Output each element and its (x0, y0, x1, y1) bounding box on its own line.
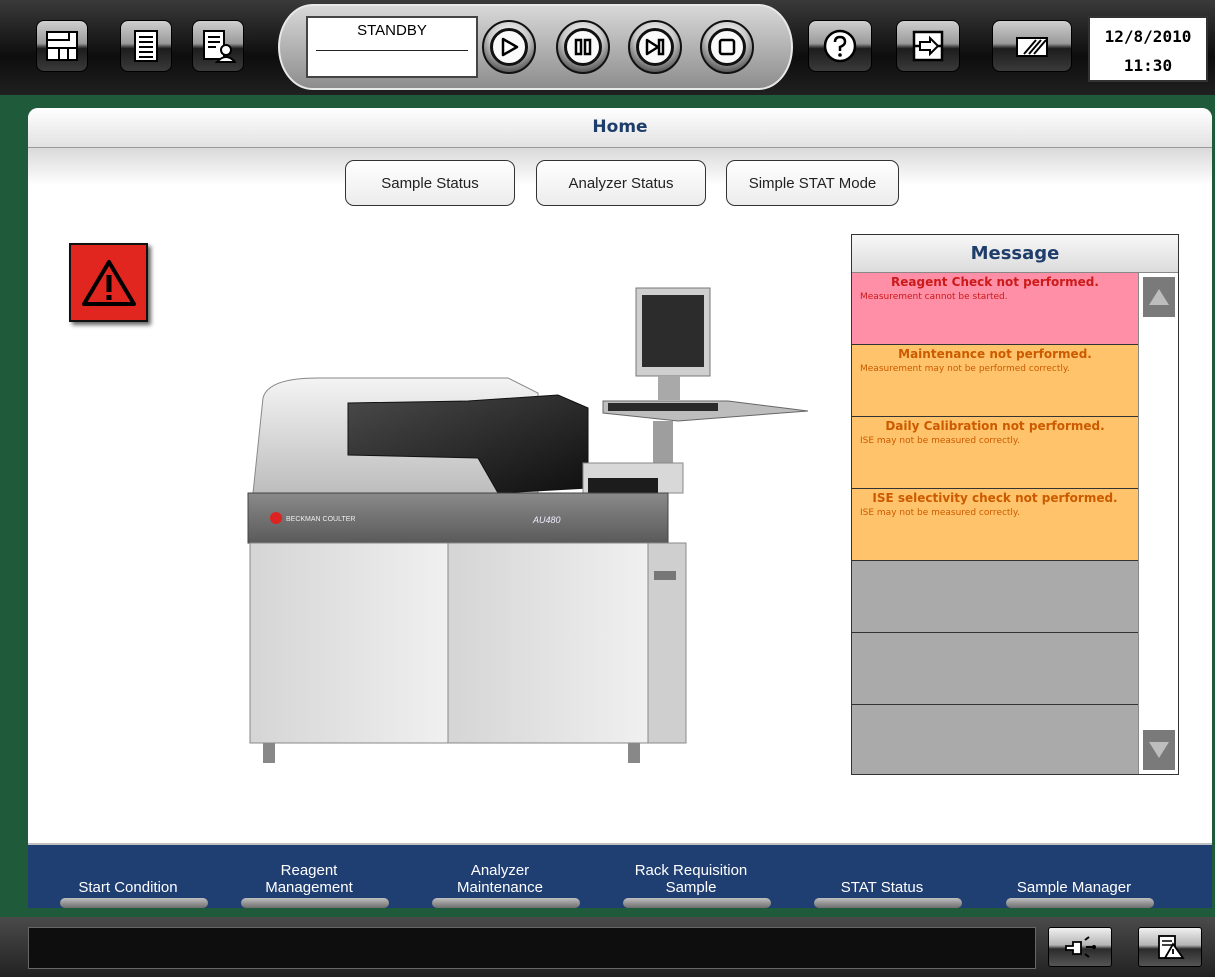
error-log-button[interactable] (1138, 927, 1202, 967)
step-icon (645, 38, 665, 56)
message-title: ISE selectivity check not performed. (872, 491, 1118, 505)
message-panel: Message Reagent Check not performed. Mea… (851, 234, 1179, 775)
nav-indicator (241, 898, 389, 908)
message-detail: Measurement cannot be started. (860, 292, 1008, 302)
analyzer-brand: BECKMAN COULTER (286, 516, 356, 523)
message-title: Daily Calibration not performed. (885, 419, 1105, 433)
play-icon (501, 37, 519, 57)
analyzer-illustration: BECKMAN COULTER AU480 (247, 287, 808, 763)
message-title: Reagent Check not performed. (891, 275, 1099, 289)
menu-button[interactable] (36, 20, 88, 72)
bottom-navigation: Start Condition Reagent Management Analy… (28, 843, 1212, 908)
nav-label: Reagent Management (265, 862, 353, 896)
nav-label: Rack Requisition Sample (634, 862, 748, 896)
alarm-warning-button[interactable] (69, 243, 148, 322)
nav-reagent-management[interactable]: Reagent Management (229, 845, 389, 908)
message-title: Maintenance not performed. (898, 347, 1092, 361)
nav-label: Start Condition (78, 879, 178, 896)
stop-button[interactable] (700, 20, 754, 74)
nav-indicator (60, 898, 208, 908)
error-log-icon (1158, 935, 1185, 959)
pause-button[interactable] (556, 20, 610, 74)
analyzer-status-button[interactable]: Analyzer Status (536, 160, 706, 206)
top-toolbar: STANDBY 12/8/2010 11:30 (0, 0, 1215, 95)
user-report-icon (203, 30, 236, 63)
message-item-empty (852, 705, 1138, 774)
time-text: 11:30 (1123, 56, 1173, 75)
menu-icon (46, 31, 78, 61)
nav-indicator (623, 898, 771, 908)
nav-analyzer-maintenance[interactable]: Analyzer Maintenance (420, 845, 580, 908)
nav-rack-requisition-sample[interactable]: Rack Requisition Sample (611, 845, 771, 908)
step-button[interactable] (628, 20, 682, 74)
nav-indicator (814, 898, 962, 908)
help-button[interactable] (808, 20, 872, 72)
bottom-status-bar (0, 917, 1215, 977)
message-item-ise-selectivity[interactable]: ISE selectivity check not performed. ISE… (852, 489, 1138, 561)
help-icon (823, 29, 857, 63)
instrument-status-display: STANDBY (306, 16, 478, 78)
scroll-up-button[interactable] (1143, 277, 1175, 317)
nav-sample-manager[interactable]: Sample Manager (994, 845, 1154, 908)
message-panel-title: Message (852, 235, 1178, 273)
pause-icon (574, 38, 592, 56)
main-panel: Home Sample Status Analyzer Status Simpl… (28, 108, 1212, 908)
nav-indicator (432, 898, 580, 908)
triangle-up-icon (1149, 289, 1169, 305)
list-button[interactable] (120, 20, 172, 72)
alarm-buzzer-button[interactable] (1048, 927, 1112, 967)
start-button[interactable] (482, 20, 536, 74)
exit-icon (912, 30, 944, 62)
message-item-daily-calibration[interactable]: Daily Calibration not performed. ISE may… (852, 417, 1138, 489)
list-icon (134, 30, 158, 62)
message-detail: ISE may not be measured correctly. (860, 508, 1020, 518)
print-button[interactable] (992, 20, 1072, 72)
analyzer-model: AU480 (532, 515, 561, 525)
warning-triangle-icon (81, 259, 136, 306)
nav-label: STAT Status (840, 879, 924, 896)
message-item-empty (852, 561, 1138, 633)
triangle-down-icon (1149, 742, 1169, 758)
message-scrollbar[interactable] (1138, 273, 1178, 774)
page-title: Home (28, 108, 1212, 148)
stop-icon (718, 38, 736, 56)
message-item-reagent-check[interactable]: Reagent Check not performed. Measurement… (852, 273, 1138, 345)
simple-stat-mode-button[interactable]: Simple STAT Mode (726, 160, 899, 206)
sample-status-button[interactable]: Sample Status (345, 160, 515, 206)
message-item-empty (852, 633, 1138, 705)
user-report-button[interactable] (192, 20, 244, 72)
status-message-field (28, 927, 1036, 969)
nav-start-condition[interactable]: Start Condition (48, 845, 208, 908)
logout-button[interactable] (896, 20, 960, 72)
date-text: 12/8/2010 (1104, 27, 1192, 46)
nav-label: Sample Manager (1016, 879, 1132, 896)
instrument-status-text: STANDBY (316, 18, 468, 51)
nav-stat-status[interactable]: STAT Status (802, 845, 962, 908)
printer-icon (1016, 37, 1048, 57)
message-detail: ISE may not be measured correctly. (860, 436, 1020, 446)
message-item-maintenance[interactable]: Maintenance not performed. Measurement m… (852, 345, 1138, 417)
alarm-buzzer-icon (1065, 936, 1096, 958)
datetime-display: 12/8/2010 11:30 (1088, 16, 1208, 82)
nav-label: Analyzer Maintenance (457, 862, 543, 896)
scroll-down-button[interactable] (1143, 730, 1175, 770)
message-detail: Measurement may not be performed correct… (860, 364, 1070, 374)
nav-indicator (1006, 898, 1154, 908)
